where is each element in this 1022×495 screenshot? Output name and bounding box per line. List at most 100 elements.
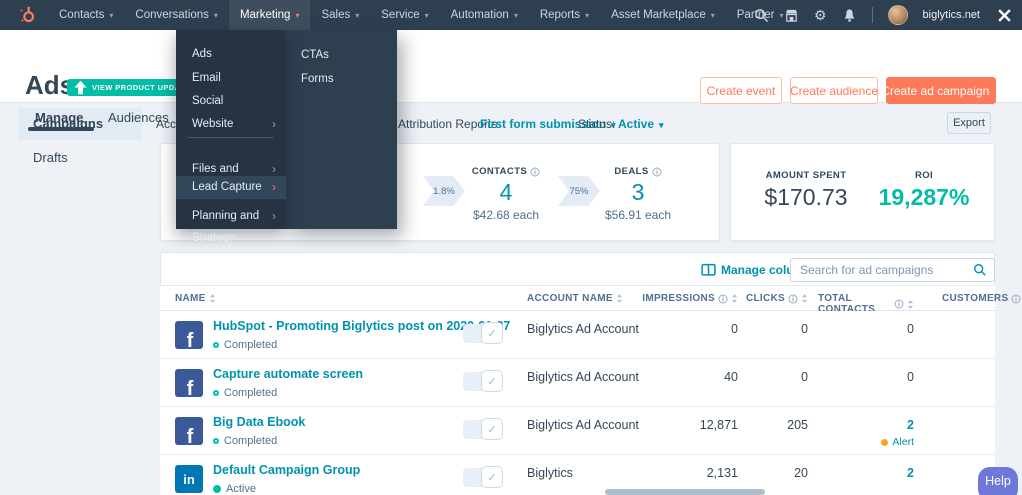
- nav-item-automation[interactable]: Automation: [440, 0, 529, 30]
- status-badge: Active: [213, 483, 256, 495]
- alert-badge[interactable]: Alert: [818, 436, 914, 448]
- campaign-name-link[interactable]: Default Campaign Group: [213, 463, 360, 477]
- table-header-row: NAME ACCOUNT NAME IMPRESSIONS CLICKS TOT…: [160, 285, 1021, 315]
- total-contacts-cell: 2: [818, 466, 914, 480]
- table-row[interactable]: f Big Data Ebook Completed Biglytics Ad …: [160, 407, 995, 455]
- search-campaigns: [790, 258, 995, 282]
- menu-item-ctas[interactable]: CTAs: [286, 44, 397, 66]
- clicks-cell: 0: [801, 322, 808, 336]
- status-completed-icon: [213, 438, 219, 444]
- menu-item-social[interactable]: Social: [176, 90, 286, 112]
- info-icon[interactable]: [718, 294, 728, 304]
- notifications-bell-icon[interactable]: [842, 8, 857, 23]
- sort-icon[interactable]: [801, 293, 808, 304]
- amount-spent-stat: AMOUNT SPENT $170.73: [741, 170, 871, 211]
- sidebar-item-drafts[interactable]: Drafts: [33, 150, 68, 165]
- nav-item-contacts[interactable]: Contacts: [48, 0, 124, 30]
- contacts-stat: CONTACTS 4 $42.68 each: [451, 166, 561, 222]
- menu-item-email[interactable]: Email: [176, 67, 286, 89]
- hubspot-logo-icon[interactable]: [16, 4, 38, 26]
- product-updates-icon: [74, 80, 87, 95]
- menu-divider: [188, 137, 274, 138]
- sort-icon[interactable]: [209, 293, 216, 304]
- checkmark-icon: [481, 418, 503, 440]
- contacts-cost: $42.68 each: [472, 208, 540, 222]
- linkedin-icon: in: [175, 465, 203, 493]
- tab-audiences[interactable]: Audiences: [108, 110, 169, 125]
- marketplace-icon[interactable]: [784, 8, 799, 23]
- create-ad-campaign-button[interactable]: Create ad campaign: [881, 77, 996, 104]
- clicks-cell: 0: [801, 370, 808, 384]
- status-badge: Completed: [213, 339, 277, 351]
- menu-item-ads[interactable]: Ads: [176, 43, 286, 65]
- menu-item-planning-and-strategy[interactable]: Planning and Strategy: [176, 205, 286, 244]
- horizontal-scrollbar[interactable]: [605, 489, 765, 495]
- nav-item-conversations[interactable]: Conversations: [124, 0, 229, 30]
- roi-value: 19,287%: [878, 184, 970, 210]
- help-button[interactable]: Help: [978, 467, 1018, 495]
- menu-item-lead-capture[interactable]: Lead Capture: [176, 176, 286, 199]
- info-icon[interactable]: [530, 167, 540, 177]
- sync-toggle[interactable]: [463, 466, 503, 488]
- column-header-impressions[interactable]: IMPRESSIONS: [590, 293, 738, 304]
- alert-dot-icon: [881, 438, 889, 446]
- impressions-cell: 0: [731, 322, 738, 336]
- sort-icon[interactable]: [731, 293, 738, 304]
- table-row[interactable]: f Capture automate screen Completed Bigl…: [160, 359, 995, 407]
- status-completed-icon: [213, 342, 219, 348]
- info-icon[interactable]: [1011, 294, 1021, 304]
- total-contacts-cell: 0: [907, 370, 914, 384]
- deals-cost: $56.91 each: [604, 208, 672, 222]
- marketing-dropdown-menu: Ads Email Social Website Files and Templ…: [176, 30, 286, 244]
- divider: [871, 7, 873, 23]
- sync-toggle[interactable]: [463, 370, 503, 392]
- search-icon[interactable]: [973, 263, 987, 277]
- nav-item-reports[interactable]: Reports: [529, 0, 600, 30]
- avatar[interactable]: [887, 5, 908, 25]
- column-header-name[interactable]: NAME: [175, 293, 216, 304]
- tab-manage[interactable]: Manage: [35, 110, 83, 125]
- settings-gear-icon[interactable]: ⚙: [814, 7, 827, 23]
- total-contacts-cell: 0: [907, 322, 914, 336]
- search-icon[interactable]: [754, 8, 769, 23]
- table-row[interactable]: in Default Campaign Group Active Biglyti…: [160, 455, 995, 495]
- table-row[interactable]: f HubSpot - Promoting Biglytics post on …: [160, 311, 995, 359]
- info-icon[interactable]: [652, 167, 662, 177]
- total-contacts-cell: 2 Alert: [818, 418, 914, 448]
- info-icon[interactable]: [894, 299, 904, 309]
- create-audience-button[interactable]: Create audience: [790, 77, 878, 104]
- search-input[interactable]: [790, 258, 995, 282]
- menu-item-forms[interactable]: Forms: [286, 68, 397, 90]
- nav-item-sales[interactable]: Sales: [310, 0, 370, 30]
- sync-toggle[interactable]: [463, 322, 503, 344]
- status-dropdown[interactable]: Active: [618, 117, 664, 131]
- deals-value: 3: [631, 179, 645, 205]
- impressions-cell: 40: [724, 370, 738, 384]
- sort-icon[interactable]: [907, 299, 914, 310]
- checkmark-icon: [481, 370, 503, 392]
- status-active-icon: [213, 485, 221, 493]
- nav-item-marketing[interactable]: Marketing: [228, 0, 311, 30]
- top-navigation: Contacts Conversations Marketing Sales S…: [0, 0, 1022, 30]
- export-button[interactable]: Export: [947, 112, 991, 134]
- active-tab-underline: [28, 127, 94, 131]
- sync-toggle[interactable]: [463, 418, 503, 440]
- impressions-cell: 2,131: [706, 466, 738, 480]
- total-contacts-link[interactable]: 2: [907, 466, 914, 480]
- campaign-name-link[interactable]: Big Data Ebook: [213, 415, 305, 429]
- column-header-clicks[interactable]: CLICKS: [746, 293, 808, 304]
- page-header: Ads VIEW PRODUCT UPDATES Create event Cr…: [0, 30, 1022, 131]
- spend-roi-card: AMOUNT SPENT $170.73 ROI 19,287%: [730, 143, 995, 241]
- menu-item-website[interactable]: Website: [176, 113, 286, 135]
- create-event-button[interactable]: Create event: [700, 77, 782, 104]
- nav-item-asset-marketplace[interactable]: Asset Marketplace: [600, 0, 726, 30]
- column-header-customers[interactable]: CUSTOMERS: [942, 293, 1021, 304]
- close-icon[interactable]: [997, 8, 1012, 23]
- info-icon[interactable]: [788, 294, 798, 304]
- total-contacts-link[interactable]: 2: [907, 418, 914, 432]
- status-completed-icon: [213, 390, 219, 396]
- contacts-value: 4: [499, 179, 513, 205]
- campaign-name-link[interactable]: Capture automate screen: [213, 367, 363, 381]
- nav-item-service[interactable]: Service: [370, 0, 439, 30]
- account-domain[interactable]: biglytics.net: [923, 9, 980, 21]
